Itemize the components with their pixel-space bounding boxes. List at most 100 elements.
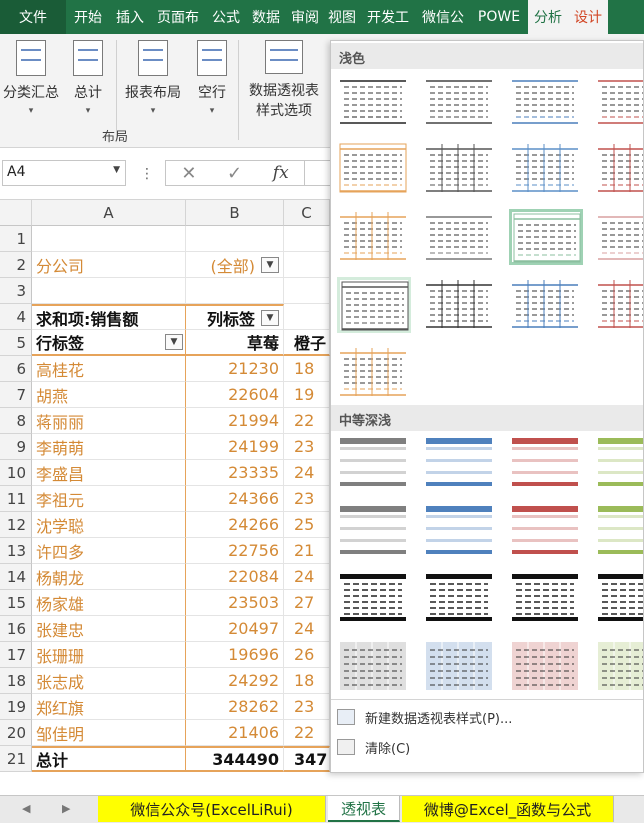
tab-power[interactable]: POWE bbox=[470, 0, 528, 34]
cell-a[interactable]: 蒋丽丽 bbox=[32, 408, 186, 434]
tab-view[interactable]: 视图 bbox=[324, 0, 360, 34]
cell-c[interactable] bbox=[284, 226, 330, 252]
cell-c[interactable]: 347 bbox=[284, 746, 330, 772]
cell-a[interactable]: 杨朝龙 bbox=[32, 564, 186, 590]
row-header[interactable]: 20 bbox=[0, 720, 32, 746]
column-header-a[interactable]: A bbox=[32, 200, 186, 226]
subtotals-button[interactable]: 分类汇总 ▾ bbox=[0, 40, 62, 116]
pivot-style-swatch[interactable] bbox=[423, 639, 497, 695]
pivot-style-swatch[interactable] bbox=[595, 571, 643, 627]
row-header[interactable]: 13 bbox=[0, 538, 32, 564]
cell-b[interactable]: 24266 bbox=[186, 512, 284, 538]
row-header[interactable]: 9 bbox=[0, 434, 32, 460]
clear-style-item[interactable]: 清除(C) bbox=[331, 733, 643, 761]
pivot-style-swatch[interactable] bbox=[595, 435, 643, 491]
pivot-style-swatch[interactable] bbox=[423, 503, 497, 559]
cell-a[interactable]: 行标签 ▼ bbox=[32, 330, 186, 356]
cell-b[interactable]: (全部) ▼ bbox=[186, 252, 284, 278]
row-header[interactable]: 19 bbox=[0, 694, 32, 720]
cell-b[interactable] bbox=[186, 226, 284, 252]
pivot-style-swatch[interactable] bbox=[423, 141, 497, 197]
scroll-right-icon[interactable]: ▶ bbox=[62, 802, 70, 815]
column-labels-dropdown-icon[interactable]: ▼ bbox=[261, 309, 279, 326]
cell-b[interactable]: 20497 bbox=[186, 616, 284, 642]
row-header[interactable]: 11 bbox=[0, 486, 32, 512]
cell-a[interactable]: 许四多 bbox=[32, 538, 186, 564]
column-header-b[interactable]: B bbox=[186, 200, 284, 226]
cell-c[interactable]: 19 bbox=[284, 382, 330, 408]
cell-c[interactable]: 26 bbox=[284, 642, 330, 668]
insert-function-icon[interactable]: fx bbox=[273, 163, 289, 183]
report-layout-button[interactable]: 报表布局 ▾ bbox=[120, 40, 186, 116]
cancel-icon[interactable]: ✕ bbox=[181, 163, 196, 184]
row-header[interactable]: 8 bbox=[0, 408, 32, 434]
tab-page-layout[interactable]: 页面布 bbox=[150, 0, 206, 34]
cell-b[interactable]: 23503 bbox=[186, 590, 284, 616]
cell-b[interactable]: 22604 bbox=[186, 382, 284, 408]
name-box[interactable]: A4 ▼ bbox=[2, 160, 126, 186]
tab-wechat[interactable]: 微信公 bbox=[416, 0, 470, 34]
sheet-tab-wechat[interactable]: 微信公众号(ExcelLiRui) bbox=[98, 796, 326, 822]
pivot-style-swatch[interactable] bbox=[595, 639, 643, 695]
cell-a[interactable] bbox=[32, 278, 186, 304]
cell-b[interactable]: 22084 bbox=[186, 564, 284, 590]
cell-c[interactable]: 18 bbox=[284, 356, 330, 382]
cell-a[interactable]: 高桂花 bbox=[32, 356, 186, 382]
cell-c[interactable]: 24 bbox=[284, 616, 330, 642]
pivot-style-swatch[interactable] bbox=[509, 503, 583, 559]
pivot-style-swatch[interactable] bbox=[337, 571, 411, 627]
pivot-style-swatch[interactable] bbox=[595, 73, 643, 129]
cell-a[interactable]: 张志成 bbox=[32, 668, 186, 694]
pivot-style-swatch[interactable] bbox=[595, 209, 643, 265]
filter-dropdown-icon[interactable]: ▼ bbox=[261, 256, 279, 273]
pivot-style-swatch[interactable] bbox=[337, 345, 411, 401]
row-header[interactable]: 5 bbox=[0, 330, 32, 356]
row-header[interactable]: 1 bbox=[0, 226, 32, 252]
cell-c[interactable] bbox=[284, 252, 330, 278]
cell-c[interactable]: 橙子 bbox=[284, 330, 330, 356]
row-header[interactable]: 7 bbox=[0, 382, 32, 408]
row-header[interactable]: 12 bbox=[0, 512, 32, 538]
tab-home[interactable]: 开始 bbox=[66, 0, 110, 34]
pivot-style-swatch[interactable] bbox=[509, 571, 583, 627]
cell-a[interactable]: 总计 bbox=[32, 746, 186, 772]
cell-c[interactable]: 22 bbox=[284, 720, 330, 746]
cell-c[interactable]: 23 bbox=[284, 434, 330, 460]
scroll-left-icon[interactable]: ◀ bbox=[22, 802, 30, 815]
cell-a[interactable]: 分公司 bbox=[32, 252, 186, 278]
pivot-style-swatch[interactable] bbox=[337, 503, 411, 559]
cell-c[interactable]: 23 bbox=[284, 694, 330, 720]
row-header[interactable]: 15 bbox=[0, 590, 32, 616]
cell-b[interactable]: 21230 bbox=[186, 356, 284, 382]
pivot-style-swatch[interactable] bbox=[595, 277, 643, 333]
pivot-style-swatch[interactable] bbox=[595, 141, 643, 197]
cell-a[interactable]: 李祖元 bbox=[32, 486, 186, 512]
cell-a[interactable] bbox=[32, 226, 186, 252]
pivot-style-options-button[interactable]: 数据透视表 样式选项 bbox=[244, 40, 324, 120]
cell-b[interactable]: 28262 bbox=[186, 694, 284, 720]
row-header[interactable]: 6 bbox=[0, 356, 32, 382]
pivot-style-swatch[interactable] bbox=[595, 503, 643, 559]
cell-b[interactable]: 23335 bbox=[186, 460, 284, 486]
cell-c[interactable]: 25 bbox=[284, 512, 330, 538]
cell-c[interactable]: 24 bbox=[284, 460, 330, 486]
row-header[interactable]: 2 bbox=[0, 252, 32, 278]
tab-analyze[interactable]: 分析 bbox=[528, 0, 568, 34]
cell-c[interactable]: 22 bbox=[284, 408, 330, 434]
tab-design[interactable]: 设计 bbox=[568, 0, 608, 34]
cell-c[interactable]: 21 bbox=[284, 538, 330, 564]
cell-c[interactable]: 27 bbox=[284, 590, 330, 616]
cell-b[interactable]: 344490 bbox=[186, 746, 284, 772]
cell-a[interactable]: 胡燕 bbox=[32, 382, 186, 408]
cell-c[interactable] bbox=[284, 304, 330, 330]
row-labels-dropdown-icon[interactable]: ▼ bbox=[165, 334, 183, 350]
enter-icon[interactable]: ✓ bbox=[227, 163, 242, 184]
pivot-style-swatch[interactable] bbox=[423, 435, 497, 491]
row-header[interactable]: 14 bbox=[0, 564, 32, 590]
pivot-style-swatch[interactable] bbox=[509, 435, 583, 491]
sheet-tab-pivot[interactable]: 透视表 bbox=[328, 796, 400, 822]
pivot-style-swatch[interactable] bbox=[337, 435, 411, 491]
tab-file[interactable]: 文件 bbox=[0, 0, 66, 34]
pivot-style-swatch[interactable] bbox=[509, 209, 583, 265]
pivot-style-swatch[interactable] bbox=[423, 209, 497, 265]
